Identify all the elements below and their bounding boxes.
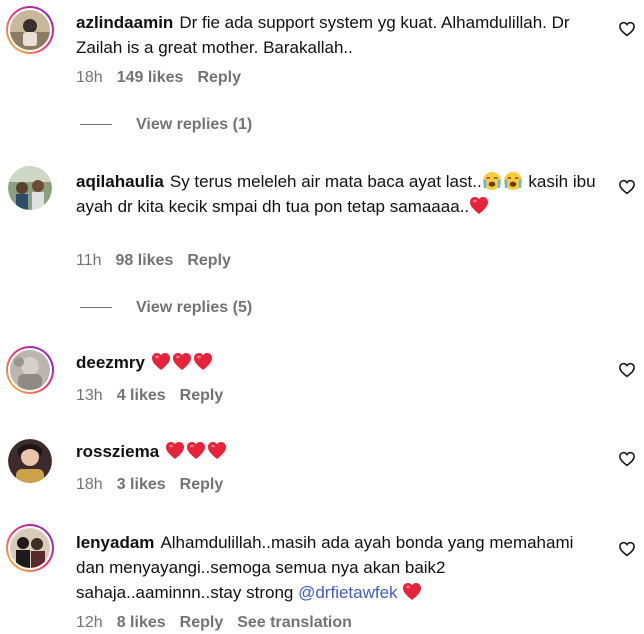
likes-count[interactable]: 98 likes	[116, 252, 174, 269]
view-replies-button[interactable]: View replies (5)	[80, 299, 252, 317]
comment-text: lenyadam Alhamdulillah..masih ada ayah bo…	[76, 530, 596, 605]
reply-button[interactable]: Reply	[187, 252, 231, 269]
like-heart-icon[interactable]	[618, 20, 636, 38]
comment-text: aqilahaulia Sy terus meleleh air mata bac…	[76, 169, 596, 219]
red-heart-icon	[207, 441, 227, 460]
profile-photo	[8, 166, 52, 210]
profile-photo	[10, 10, 50, 50]
like-heart-icon[interactable]	[618, 450, 636, 468]
profile-photo	[10, 350, 50, 390]
comment-meta: 18h 149 likes Reply	[76, 69, 255, 87]
username[interactable]: lenyadam	[76, 533, 154, 552]
profile-photo	[8, 439, 52, 483]
like-heart-icon[interactable]	[618, 178, 636, 196]
comment-text: deezmry	[76, 350, 596, 375]
divider-line	[80, 124, 112, 126]
see-translation-button[interactable]: See translation	[237, 614, 352, 631]
username[interactable]: rossziema	[76, 442, 159, 461]
avatar[interactable]	[6, 346, 54, 394]
comment-meta: 18h 3 likes Reply	[76, 476, 237, 494]
red-heart-icon	[172, 352, 192, 371]
view-replies-label[interactable]: View replies (5)	[136, 299, 252, 316]
like-heart-icon[interactable]	[618, 361, 636, 379]
red-heart-icon	[193, 352, 213, 371]
comment-meta: 11h 98 likes Reply	[76, 252, 245, 270]
mention-link[interactable]: @drfietawfek	[298, 583, 397, 602]
avatar[interactable]	[6, 6, 54, 54]
timestamp: 11h	[76, 252, 102, 269]
like-heart-icon[interactable]	[618, 540, 636, 558]
comment-meta: 13h 4 likes Reply	[76, 387, 237, 405]
loudly-crying-face-icon	[503, 171, 523, 191]
view-replies-label[interactable]: View replies (1)	[136, 116, 252, 133]
reply-button[interactable]: Reply	[180, 476, 224, 493]
red-heart-icon	[151, 352, 171, 371]
timestamp: 13h	[76, 387, 103, 404]
avatar[interactable]	[8, 439, 52, 483]
timestamp: 12h	[76, 614, 103, 631]
likes-count[interactable]: 149 likes	[117, 69, 184, 86]
reply-button[interactable]: Reply	[180, 614, 224, 631]
view-replies-button[interactable]: View replies (1)	[80, 116, 252, 134]
profile-photo	[10, 528, 50, 568]
timestamp: 18h	[76, 476, 103, 493]
loudly-crying-face-icon	[482, 171, 502, 191]
reply-button[interactable]: Reply	[180, 387, 224, 404]
red-heart-icon	[165, 441, 185, 460]
reply-button[interactable]: Reply	[197, 69, 241, 86]
avatar[interactable]	[8, 166, 52, 210]
timestamp: 18h	[76, 69, 103, 86]
comment-text: azlindaamin Dr fie ada support system yg …	[76, 10, 596, 60]
username[interactable]: deezmry	[76, 353, 145, 372]
likes-count[interactable]: 8 likes	[117, 614, 166, 631]
comment-body: Sy terus meleleh air mata baca ayat last…	[169, 172, 482, 191]
comment-meta: 12h 8 likes Reply See translation	[76, 614, 366, 632]
likes-count[interactable]: 3 likes	[117, 476, 166, 493]
username[interactable]: aqilahaulia	[76, 172, 164, 191]
avatar[interactable]	[6, 524, 54, 572]
likes-count[interactable]: 4 likes	[117, 387, 166, 404]
divider-line	[80, 307, 112, 309]
red-heart-icon	[469, 196, 489, 215]
comment-text: rossziema	[76, 439, 596, 464]
red-heart-icon	[402, 582, 422, 601]
red-heart-icon	[186, 441, 206, 460]
username[interactable]: azlindaamin	[76, 13, 173, 32]
